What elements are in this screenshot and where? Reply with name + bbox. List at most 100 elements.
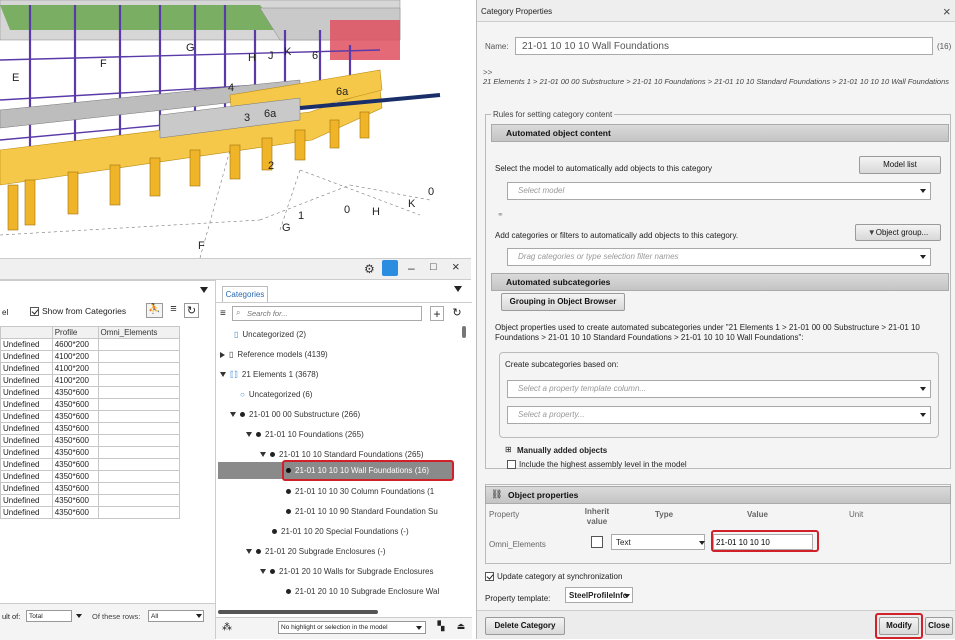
chevron-down-icon[interactable]	[76, 614, 82, 618]
dropdown-arrow-icon[interactable]	[454, 286, 462, 292]
table-row[interactable]: Undefined 4600*200	[0, 338, 181, 351]
table-row[interactable]: Undefined 4350*600	[0, 458, 181, 471]
close-icon[interactable]: ×	[943, 4, 951, 19]
table-row[interactable]: Undefined 4350*600	[0, 482, 181, 495]
drag-categories-input[interactable]: Drag categories or type selection filter…	[507, 248, 931, 266]
category-properties-dialog: Category Properties × Name: (16) >> 21 E…	[476, 0, 955, 639]
inherit-value-checkbox[interactable]	[591, 536, 603, 548]
list-icon[interactable]: ≡	[166, 303, 181, 318]
table-cell	[97, 482, 181, 495]
filter-icon[interactable]: ≡	[220, 308, 226, 319]
gear-icon[interactable]: ⚙	[364, 262, 375, 276]
table-row[interactable]: Undefined 4100*200	[0, 350, 181, 363]
column-header[interactable]	[0, 326, 53, 339]
table-cell	[97, 506, 181, 519]
collapse-icon[interactable]	[230, 412, 236, 418]
category-path: 21 Elements 1 > 21-01 00 00 Substructure…	[483, 77, 950, 86]
chevron-down-icon[interactable]	[699, 541, 705, 545]
tree-item-uncategorized[interactable]: ▯ Uncategorized (2)	[234, 330, 306, 339]
model-list-button[interactable]: Model list	[859, 156, 941, 174]
tree-item-column-foundations[interactable]: 21-01 10 10 30 Column Foundations (1	[286, 487, 434, 496]
select-property-placeholder: Select a property...	[518, 410, 585, 419]
path-expand-icon[interactable]: >>	[483, 68, 492, 77]
close-icon[interactable]: ×	[452, 259, 460, 274]
table-row[interactable]: Undefined 4350*600	[0, 434, 181, 447]
property-template-select[interactable]: SteelProfileInfo	[565, 587, 633, 603]
collapse-icon[interactable]	[220, 372, 226, 378]
collapse-icon[interactable]	[246, 432, 252, 438]
result-of-select[interactable]: Total	[26, 610, 72, 622]
tree-item-label: 21-01 00 00 Substructure (266)	[249, 410, 361, 419]
property-template-column-dropdown[interactable]: Select a property template column...	[507, 380, 931, 398]
column-header[interactable]: Profile	[51, 326, 99, 339]
tree-item-reference-models[interactable]: ▯ Reference models (4139)	[220, 350, 328, 359]
tree-item-uncategorized-6[interactable]: ○ Uncategorized (6)	[240, 390, 312, 399]
minimize-icon[interactable]: –	[408, 261, 415, 275]
category-icon: ⟦⟧	[230, 370, 238, 379]
table-row[interactable]: Undefined 4350*600	[0, 386, 181, 399]
grid-label: K	[408, 198, 416, 210]
col-inherit-value: Inherit value	[584, 507, 610, 526]
table-row[interactable]: Undefined 4350*600	[0, 494, 181, 507]
maximize-icon[interactable]: □	[430, 261, 437, 273]
horizontal-scrollbar[interactable]	[218, 610, 378, 614]
chevron-down-icon[interactable]	[196, 614, 202, 618]
tag-icon: ⛓	[491, 489, 503, 499]
tree-item-subgrade-enclosures[interactable]: 21-01 20 Subgrade Enclosures (-)	[246, 547, 386, 556]
table-row[interactable]: Undefined 4350*600	[0, 446, 181, 459]
collapse-icon[interactable]	[260, 569, 266, 575]
color-mode-icon[interactable]: ▚	[434, 621, 448, 634]
bullet-icon	[286, 509, 291, 515]
table-row[interactable]: Undefined 4350*600	[0, 410, 181, 423]
table-cell	[97, 410, 181, 423]
add-category-button[interactable]: +	[430, 306, 444, 321]
object-group-button[interactable]: ▼Object group...	[855, 224, 941, 241]
chevron-down-icon[interactable]	[416, 626, 422, 630]
include-highest-checkbox[interactable]: Include the highest assembly level in th…	[507, 460, 687, 470]
dropdown-arrow-icon[interactable]	[200, 287, 208, 293]
select-model-dropdown[interactable]: Select model	[507, 182, 931, 200]
show-from-categories-checkbox[interactable]: Show from Categories	[30, 306, 126, 317]
tree-item-standard-foundations[interactable]: 21-01 10 10 Standard Foundations (265)	[260, 450, 424, 459]
tree-settings-icon[interactable]: ⁂	[222, 622, 232, 633]
tree-item-substructure[interactable]: 21-01 00 00 Substructure (266)	[230, 410, 360, 419]
property-dropdown[interactable]: Select a property...	[507, 406, 931, 424]
chevron-down-icon	[920, 413, 926, 417]
update-sync-checkbox[interactable]: Update category at synchronization	[485, 572, 622, 582]
tree-item-elements[interactable]: ⟦⟧ 21 Elements 1 (3678)	[220, 370, 318, 379]
table-cell	[97, 338, 181, 351]
column-header[interactable]: Omni_Elements	[97, 326, 181, 339]
highlight-selection-select[interactable]: No highlight or selection in the model	[278, 621, 426, 634]
delete-category-button[interactable]: Delete Category	[485, 617, 565, 635]
table-row[interactable]: Undefined 4100*200	[0, 362, 181, 375]
table-row[interactable]: Undefined 4350*600	[0, 398, 181, 411]
table-row[interactable]: Undefined 4350*600	[0, 506, 181, 519]
tree-item-standard-foundation-su[interactable]: 21-01 10 10 90 Standard Foundation Su	[286, 507, 438, 516]
person-filter-icon[interactable]: ⛹	[146, 303, 163, 318]
tree-item-walls-subgrade[interactable]: 21-01 20 10 Walls for Subgrade Enclosure…	[260, 567, 433, 576]
grouping-button[interactable]: Grouping in Object Browser	[501, 293, 625, 311]
type-select[interactable]: Text	[611, 534, 705, 550]
refresh-icon[interactable]: ↻	[450, 306, 464, 321]
search-icon: ⌕	[236, 308, 241, 317]
close-button[interactable]: Close	[925, 617, 953, 635]
expand-icon[interactable]	[220, 351, 225, 358]
expand-panel-icon[interactable]: ⏏	[454, 621, 468, 634]
table-row[interactable]: Undefined 4350*600	[0, 422, 181, 435]
tree-item-foundations[interactable]: 21-01 10 Foundations (265)	[246, 430, 364, 439]
tab-categories[interactable]: Categories	[222, 286, 268, 302]
grid-label: 6a	[264, 108, 277, 120]
refresh-icon[interactable]: ↻	[184, 303, 199, 318]
tree-item-special-foundations[interactable]: 21-01 10 20 Special Foundations (-)	[272, 527, 409, 536]
collapse-icon[interactable]	[246, 549, 252, 555]
table-row[interactable]: Undefined 4100*200	[0, 374, 181, 387]
tree-item-subgrade-enclosure-wal[interactable]: 21-01 20 10 10 Subgrade Enclosure Wal	[286, 587, 439, 596]
vertical-scrollbar[interactable]	[462, 326, 466, 338]
table-row[interactable]: Undefined 4350*600	[0, 470, 181, 483]
pin-icon[interactable]	[382, 260, 398, 276]
chevron-down-icon[interactable]	[624, 594, 630, 598]
collapse-icon[interactable]	[260, 452, 266, 458]
model-viewport[interactable]: E F G H J K 6 4 3 6a 6a 2 1 0 G F H K 0	[0, 0, 470, 258]
search-input[interactable]	[232, 306, 422, 321]
name-input[interactable]	[515, 37, 933, 55]
